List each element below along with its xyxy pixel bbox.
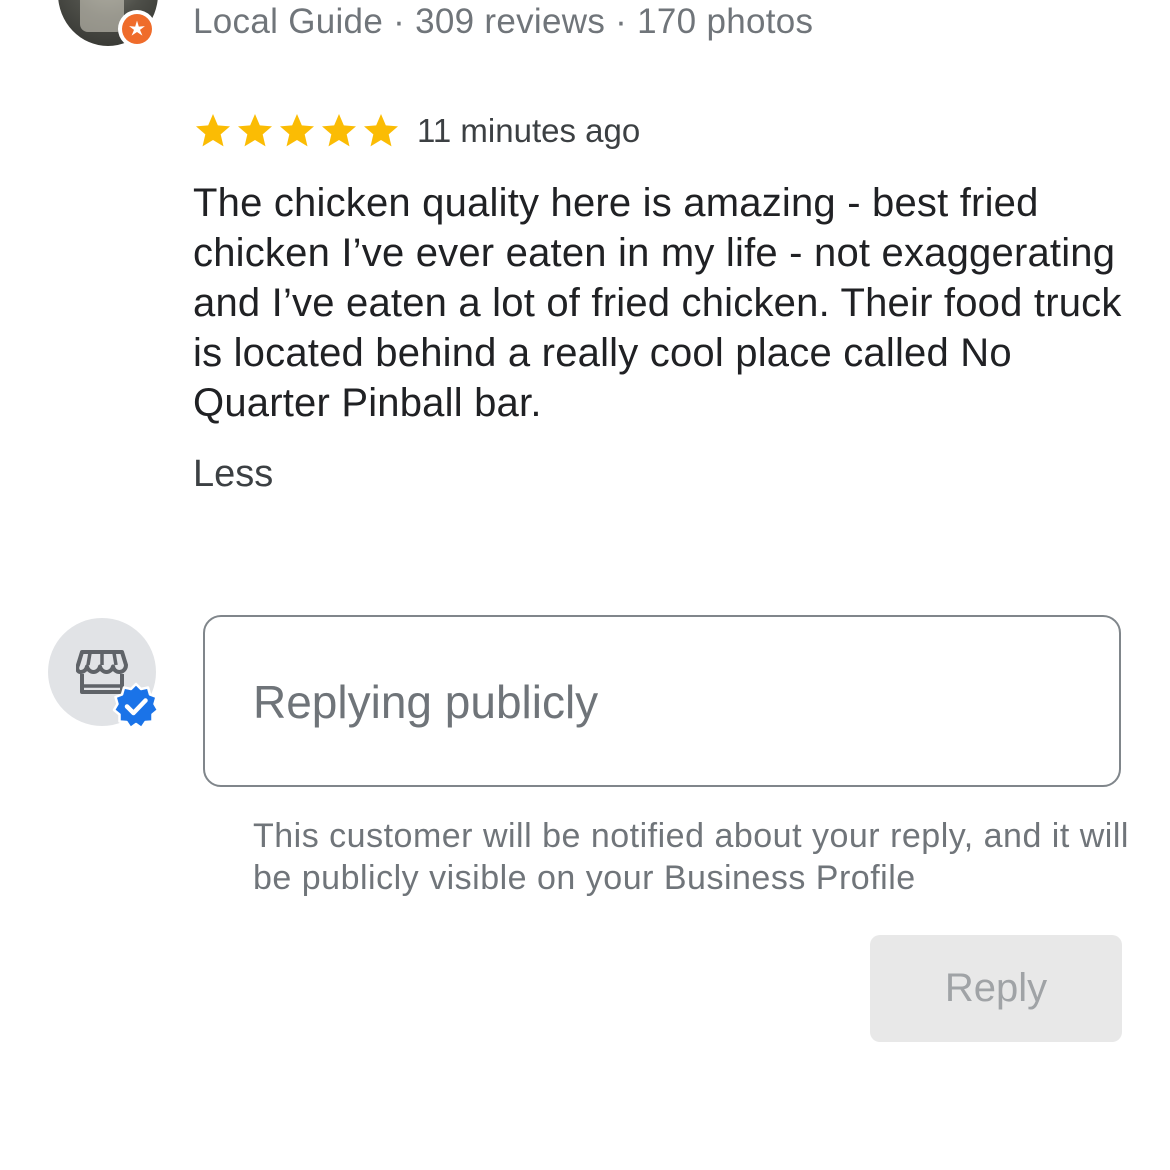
reply-visibility-notice: This customer will be notified about you… — [253, 817, 1129, 897]
less-link[interactable]: Less — [193, 453, 273, 496]
star-icon — [364, 114, 398, 147]
rating-row: 11 minutes ago — [193, 108, 640, 154]
star-icon — [322, 114, 356, 147]
reviewer-meta: Local Guide · 309 reviews · 170 photos — [193, 2, 814, 41]
star-rating — [193, 111, 403, 151]
reply-button[interactable]: Reply — [870, 935, 1122, 1042]
reply-field-container[interactable] — [203, 615, 1121, 787]
star-icon — [280, 114, 314, 147]
star-icon — [196, 114, 230, 147]
review-text: The chicken quality here is amazing - be… — [193, 181, 1122, 425]
local-guide-badge-icon — [118, 10, 156, 48]
star-icon — [238, 114, 272, 147]
verified-check-icon — [112, 682, 160, 730]
review-time: 11 minutes ago — [417, 112, 641, 149]
star-burst-icon — [129, 20, 145, 36]
reply-input[interactable] — [253, 667, 1073, 737]
